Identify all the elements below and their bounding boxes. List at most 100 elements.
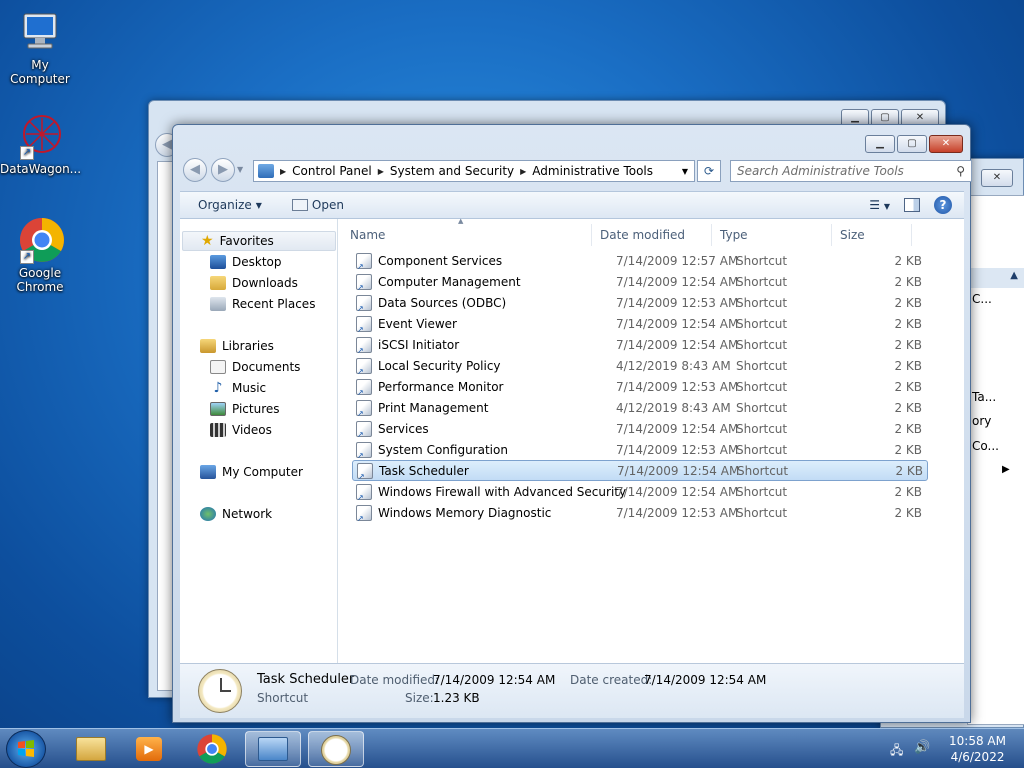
nav-item-music[interactable]: ♪ Music: [210, 378, 267, 398]
system-clock[interactable]: 10:58 AM 4/6/2022: [949, 733, 1006, 765]
taskbar-media-player-button[interactable]: ▶: [120, 731, 176, 767]
taskbar-explorer-button[interactable]: [62, 731, 118, 767]
file-name: Windows Memory Diagnostic: [378, 505, 552, 520]
control-panel-icon: [258, 164, 274, 178]
taskbar-chrome-button[interactable]: [184, 731, 240, 767]
file-date-modified: 7/14/2009 12:53 AM: [616, 442, 739, 457]
clock-icon: [321, 735, 351, 765]
column-header-name[interactable]: Name: [342, 224, 592, 246]
file-row[interactable]: Task Scheduler 7/14/2009 12:54 AMShortcut…: [352, 460, 928, 481]
file-row[interactable]: Computer Management 7/14/2009 12:54 AMSho…: [352, 271, 928, 292]
scroll-up-icon[interactable]: ▲: [1010, 270, 1018, 281]
chrome-icon: ↗: [16, 216, 64, 264]
nav-item-recent-places[interactable]: Recent Places: [210, 294, 315, 314]
file-date-modified: 7/14/2009 12:53 AM: [616, 379, 739, 394]
file-row[interactable]: Services 7/14/2009 12:54 AMShortcut 2 KB: [352, 418, 928, 439]
open-button[interactable]: Open: [291, 198, 344, 212]
maximize-button[interactable]: ▢: [897, 135, 927, 153]
organize-button[interactable]: Organize ▼: [198, 198, 262, 212]
file-size: 2 KB: [894, 505, 922, 520]
address-bar[interactable]: ▶ Control Panel ▶ System and Security ▶ …: [253, 160, 695, 182]
downloads-folder-icon: [210, 276, 226, 290]
shortcut-icon: [356, 336, 372, 355]
file-row[interactable]: Local Security Policy 4/12/2019 8:43 AM Sh…: [352, 355, 928, 376]
breadcrumb-separator-icon[interactable]: ▶: [378, 167, 384, 176]
file-row[interactable]: Windows Memory Diagnostic 7/14/2009 12:53…: [352, 502, 928, 523]
file-date-modified: 7/14/2009 12:54 AM: [616, 421, 739, 436]
search-input[interactable]: Search Administrative Tools ⚲: [730, 160, 972, 182]
search-icon[interactable]: ⚲: [956, 161, 965, 181]
file-type: Shortcut: [736, 442, 788, 457]
nav-item-pictures[interactable]: Pictures: [210, 399, 280, 419]
organize-label: Organize: [198, 198, 252, 212]
volume-icon[interactable]: 🔊: [914, 740, 930, 755]
explorer-window[interactable]: ▁ ▢ ✕ ◀ ▶ ▼ ▶ Control Panel ▶ System and…: [172, 124, 972, 723]
desktop-icon-my-computer[interactable]: My Computer: [0, 8, 80, 86]
fragment-text: Co...: [972, 439, 999, 453]
address-dropdown-icon[interactable]: ▼: [682, 167, 688, 176]
control-panel-icon: [258, 737, 288, 761]
back-button[interactable]: ◀: [183, 158, 207, 182]
nav-libraries[interactable]: Libraries: [200, 336, 274, 356]
close-button[interactable]: ✕: [981, 169, 1013, 187]
nav-item-downloads[interactable]: Downloads: [210, 273, 298, 293]
preview-pane-icon[interactable]: [904, 198, 920, 212]
help-icon[interactable]: ?: [934, 196, 952, 214]
details-date-created: 7/14/2009 12:54 AM: [644, 673, 767, 687]
nav-favorites[interactable]: ★ Favorites: [182, 231, 336, 251]
file-row[interactable]: Print Management 4/12/2019 8:43 AM Shortcu…: [352, 397, 928, 418]
nav-item-videos[interactable]: Videos: [210, 420, 272, 440]
desktop-icon-datawagon[interactable]: ↗ DataWagon...: [0, 112, 81, 176]
breadcrumb-separator-icon[interactable]: ▶: [520, 167, 526, 176]
nav-item-desktop[interactable]: Desktop: [210, 252, 282, 272]
windows-logo-icon: [18, 740, 34, 757]
file-row[interactable]: Component Services 7/14/2009 12:57 AMShor…: [352, 250, 928, 271]
breadcrumb-system-and-security[interactable]: System and Security: [390, 164, 514, 178]
breadcrumb-administrative-tools[interactable]: Administrative Tools: [532, 164, 653, 178]
close-button[interactable]: ✕: [929, 135, 963, 153]
file-row[interactable]: Data Sources (ODBC) 7/14/2009 12:53 AMSho…: [352, 292, 928, 313]
nav-label: Music: [232, 381, 267, 395]
expand-arrow-icon[interactable]: ▶: [1002, 464, 1010, 475]
column-header-type[interactable]: Type: [712, 224, 832, 246]
file-row[interactable]: Event Viewer 7/14/2009 12:54 AMShortcut 2 …: [352, 313, 928, 334]
file-list: ▲ Name Date modified Type Size Component…: [338, 217, 964, 663]
view-options-icon[interactable]: ☰ ▼: [869, 198, 890, 212]
file-type: Shortcut: [736, 253, 788, 268]
file-size: 2 KB: [894, 358, 922, 373]
details-date-modified-label: Date modified:: [350, 673, 440, 687]
network-tray-icon[interactable]: 🖧: [890, 741, 903, 762]
breadcrumb-control-panel[interactable]: Control Panel: [292, 164, 372, 178]
shortcut-icon: [356, 504, 372, 523]
start-button[interactable]: [6, 730, 46, 768]
taskbar-task-scheduler-button[interactable]: [308, 731, 364, 767]
file-size: 2 KB: [894, 337, 922, 352]
shortcut-icon: [356, 441, 372, 460]
file-row[interactable]: iSCSI Initiator 7/14/2009 12:54 AMShortcu…: [352, 334, 928, 355]
column-header-date-modified[interactable]: Date modified: [592, 224, 712, 246]
breadcrumb-separator-icon[interactable]: ▶: [280, 167, 286, 176]
file-row[interactable]: Performance Monitor 7/14/2009 12:53 AMSho…: [352, 376, 928, 397]
nav-label: My Computer: [222, 465, 303, 479]
file-name: Local Security Policy: [378, 358, 501, 373]
nav-network[interactable]: Network: [200, 504, 272, 524]
desktop-icon-chrome[interactable]: ↗ Google Chrome: [0, 216, 80, 294]
column-header-size[interactable]: Size: [832, 224, 912, 246]
file-row[interactable]: System Configuration 7/14/2009 12:53 AMSh…: [352, 439, 928, 460]
file-date-modified: 7/14/2009 12:54 AM: [616, 337, 739, 352]
file-type: Shortcut: [736, 400, 788, 415]
file-row[interactable]: Windows Firewall with Advanced Security7…: [352, 481, 928, 502]
nav-my-computer[interactable]: My Computer: [200, 462, 303, 482]
forward-button[interactable]: ▶: [211, 158, 235, 182]
refresh-button[interactable]: ⟳: [697, 160, 721, 182]
taskbar-control-panel-button[interactable]: [245, 731, 301, 767]
nav-item-documents[interactable]: Documents: [210, 357, 300, 377]
shortcut-icon: [356, 378, 372, 397]
explorer-body: ★ Favorites Desktop Downloads Recent Pla…: [180, 217, 964, 663]
details-name: Task Scheduler: [257, 672, 355, 687]
file-type: Shortcut: [736, 379, 788, 394]
file-type: Shortcut: [736, 274, 788, 289]
details-size-label: Size:: [405, 691, 434, 705]
minimize-button[interactable]: ▁: [865, 135, 895, 153]
recent-pages-dropdown-icon[interactable]: ▼: [237, 165, 243, 174]
